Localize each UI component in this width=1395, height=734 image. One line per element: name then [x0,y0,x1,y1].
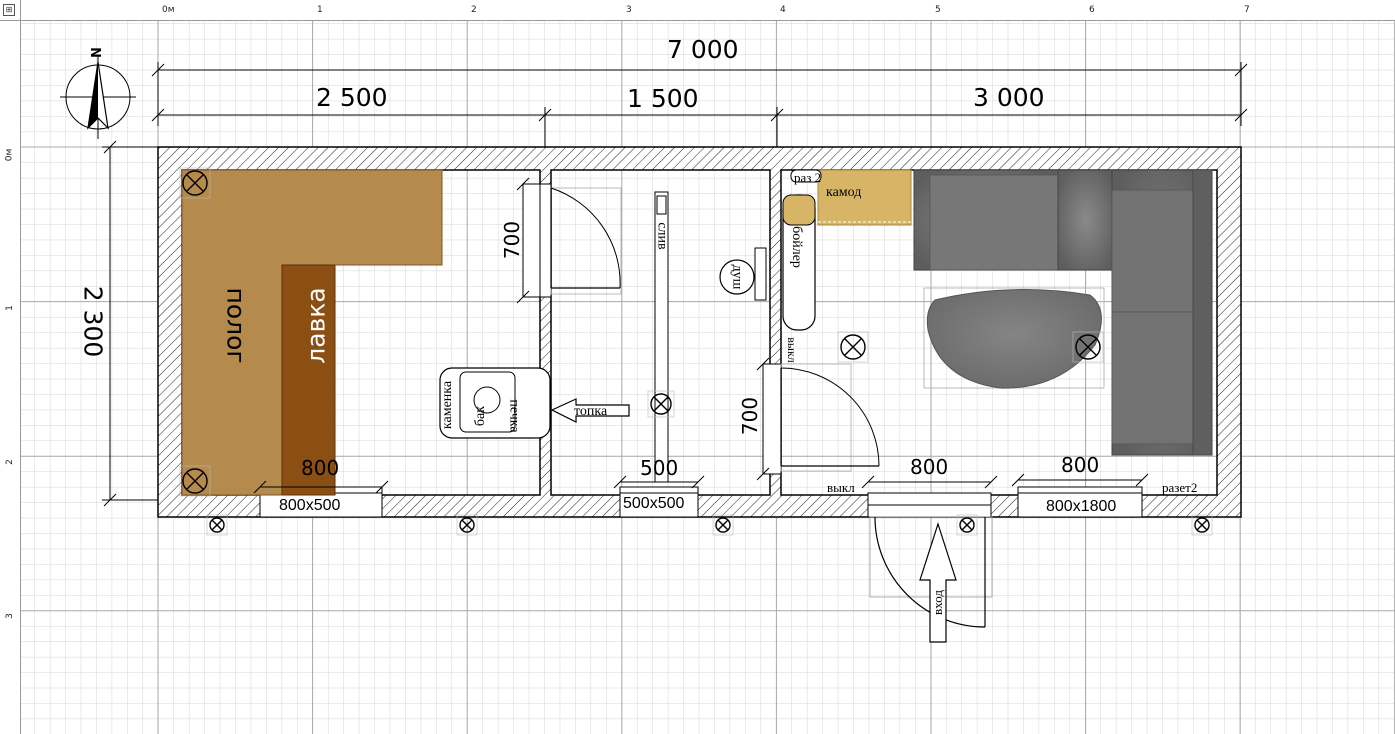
dim-section-3: 3 000 [973,83,1045,112]
dim-entry-door: 800 [910,455,949,479]
dim-section-2: 1 500 [627,84,699,113]
label-raz2: раз 2 [794,170,822,185]
label-razet2: разет2 [1162,480,1198,495]
dim-total-width: 7 000 [667,35,739,64]
ruler-tick-y3: 3 [4,613,15,619]
window-1-size: 800x500 [279,497,341,514]
label-kamenka: каменка [440,380,456,430]
label-pechka: печка [506,399,522,433]
ruler-tick-x5: 5 [935,5,941,15]
dim-window-1: 800 [301,456,340,480]
ruler-tick-y1: 1 [4,305,15,311]
label-vykl-vertical: выкл [784,337,799,363]
label-dush: душ [729,264,745,290]
label-boiler: бойлер [788,226,804,268]
label-lavka: лавка [301,287,331,364]
ruler-tick-x6: 6 [1089,5,1095,15]
ruler-tick-x3: 3 [626,5,632,15]
label-topka: топка [574,404,608,419]
ruler-tick-y2: 2 [4,459,15,465]
window-3-size: 800x1800 [1046,498,1117,515]
ruler-tick-x4: 4 [780,5,786,15]
floor-plan-editor: ⊞ 0м 1 2 3 4 5 6 7 0м 1 2 3 N 7 000 2 50… [0,0,1395,734]
ruler-vertical[interactable] [0,0,21,734]
ruler-tick-x0: 0м [162,5,175,15]
dim-section-1: 2 500 [316,83,388,112]
label-polok: полог [221,287,251,364]
dim-window-3: 800 [1061,453,1100,477]
ruler-tick-x2: 2 [471,5,477,15]
stove-kamenka[interactable] [439,367,551,439]
label-bak: бак [473,405,489,427]
ruler-horizontal[interactable] [0,0,1395,21]
label-kamod: камод [826,185,862,200]
compass-north-label: N [89,47,105,58]
label-sliv: слив [654,222,670,250]
dim-door-right: 700 [738,396,763,436]
dim-height: 2 300 [78,285,108,358]
label-vykl: выкл [827,480,855,495]
ruler-tick-x7: 7 [1244,5,1250,15]
ruler-corner[interactable]: ⊞ [0,0,21,21]
dim-window-2: 500 [640,456,679,480]
window-2-size: 500x500 [623,495,685,512]
dim-door-left: 700 [500,220,525,260]
grid-toggle-icon[interactable]: ⊞ [3,4,15,16]
ruler-tick-x1: 1 [317,5,323,15]
label-vhod: вход [929,590,945,615]
ruler-tick-y0: 0м [4,148,15,162]
